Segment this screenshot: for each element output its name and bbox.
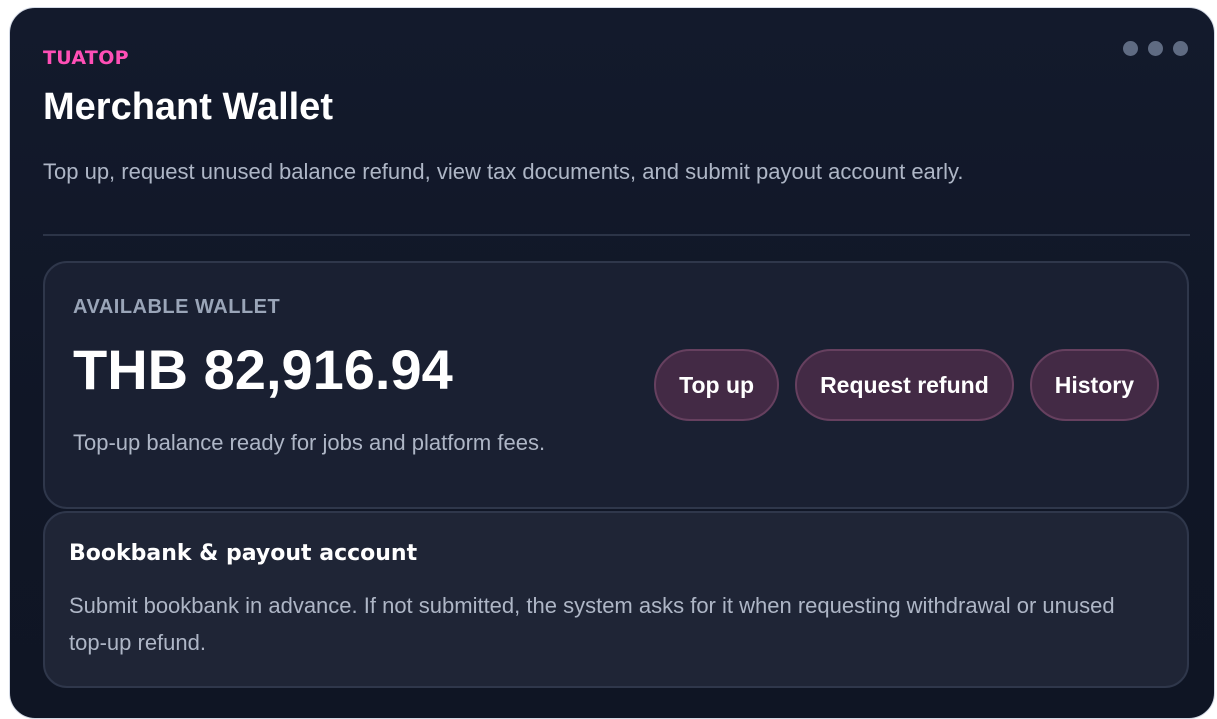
bookbank-card: Bookbank & payout account Submit bookban… [43,511,1189,688]
wallet-balance: THB 82,916.94 [73,338,453,401]
wallet-card: AVAILABLE WALLET THB 82,916.94 Top-up ba… [43,261,1189,509]
brand-label: TUATOP [43,47,129,69]
wallet-actions: Top up Request refund History [654,349,1159,421]
menu-dot [1123,41,1138,56]
more-options-icon[interactable] [1123,41,1188,56]
merchant-wallet-panel: TUATOP Merchant Wallet Top up, request u… [9,7,1215,719]
bookbank-title: Bookbank & payout account [69,541,418,566]
wallet-label: AVAILABLE WALLET [73,296,281,318]
page-title: Merchant Wallet [43,86,333,128]
bookbank-description: Submit bookbank in advance. If not submi… [69,593,1115,655]
header-divider [43,234,1190,236]
wallet-note: Top-up balance ready for jobs and platfo… [73,430,546,455]
top-up-button[interactable]: Top up [654,349,780,421]
menu-dot [1173,41,1188,56]
request-refund-button[interactable]: Request refund [795,349,1014,421]
menu-dot [1148,41,1163,56]
page-subtitle: Top up, request unused balance refund, v… [43,159,964,184]
history-button[interactable]: History [1029,349,1159,421]
